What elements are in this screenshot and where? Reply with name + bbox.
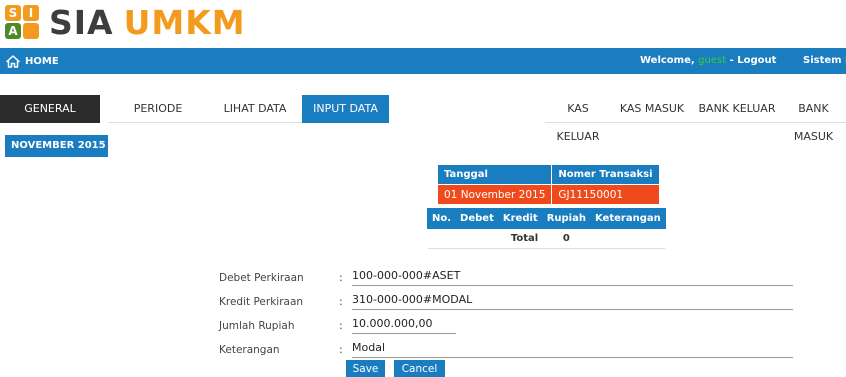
debet-label: Debet Perkiraan xyxy=(219,272,304,284)
top-navbar: HOME Welcome, guest - Logout Sistem In xyxy=(0,48,846,74)
tab-bank-masuk[interactable]: BANK MASUK xyxy=(781,95,846,143)
logout-link[interactable]: - Logout xyxy=(726,55,777,66)
home-link[interactable]: HOME xyxy=(6,48,59,74)
amount-field[interactable] xyxy=(352,316,456,334)
cancel-button[interactable]: Cancel xyxy=(394,360,445,377)
app-logo: S I A SIA UMKM xyxy=(5,5,246,41)
tab-bank-keluar[interactable]: BANK KELUAR xyxy=(693,95,781,123)
logo-sia: SIA xyxy=(49,3,114,42)
tab-periode[interactable]: PERIODE xyxy=(108,95,208,123)
kredit-account-field[interactable] xyxy=(352,292,793,310)
kredit-label: Kredit Perkiraan xyxy=(219,296,304,308)
journal-detail-table: No. Debet Kredit Rupiah Keterangan Total… xyxy=(426,208,666,249)
column-header: Keterangan xyxy=(589,208,666,229)
column-header: Debet xyxy=(455,208,499,229)
tab-kas-masuk[interactable]: KAS MASUK xyxy=(611,95,693,123)
colon: : xyxy=(339,319,343,332)
debet-account-field[interactable] xyxy=(352,268,793,286)
tab-input-data[interactable]: INPUT DATA xyxy=(302,95,389,123)
page: S I A SIA UMKM HOME Welcome, guest - Logo… xyxy=(0,0,846,377)
description-field[interactable] xyxy=(352,340,793,358)
home-label: HOME xyxy=(25,55,59,67)
total-label: Total xyxy=(498,228,543,249)
column-header: Tanggal xyxy=(436,164,553,185)
column-header: Kredit xyxy=(497,208,543,229)
save-button[interactable]: Save xyxy=(346,360,385,377)
column-header: No. xyxy=(426,208,457,229)
username: guest xyxy=(698,55,727,66)
tab-kas-keluar[interactable]: KAS KELUAR xyxy=(545,95,611,143)
colon: : xyxy=(339,271,343,284)
tab-general-journal[interactable]: GENERAL JOURNAL xyxy=(0,95,100,143)
colon: : xyxy=(339,343,343,356)
colon: : xyxy=(339,295,343,308)
transaction-number: GJ11150001 xyxy=(551,184,660,205)
period-badge: NOVEMBER 2015 xyxy=(5,135,108,157)
jumlah-label: Jumlah Rupiah xyxy=(219,320,295,332)
column-header: Nomer Transaksi xyxy=(551,164,660,185)
keterangan-label: Keterangan xyxy=(219,344,280,356)
logo-text: SIA UMKM xyxy=(49,5,246,41)
tab-lihat-data[interactable]: LIHAT DATA xyxy=(208,95,302,123)
transaction-date: 01 November 2015 xyxy=(436,184,553,205)
logo-umkm: UMKM xyxy=(123,3,246,42)
sistem-link[interactable]: Sistem In xyxy=(803,48,846,74)
home-icon xyxy=(6,54,20,68)
total-value: 0 xyxy=(542,228,591,249)
table-row: Total 0 xyxy=(427,228,666,249)
column-header: Rupiah xyxy=(541,208,591,229)
welcome-text: Welcome, guest - Logout xyxy=(640,55,777,66)
transaction-header-table: Tanggal Nomer Transaksi 01 November 2015… xyxy=(436,164,660,205)
logo-icon: S I A xyxy=(5,5,41,41)
